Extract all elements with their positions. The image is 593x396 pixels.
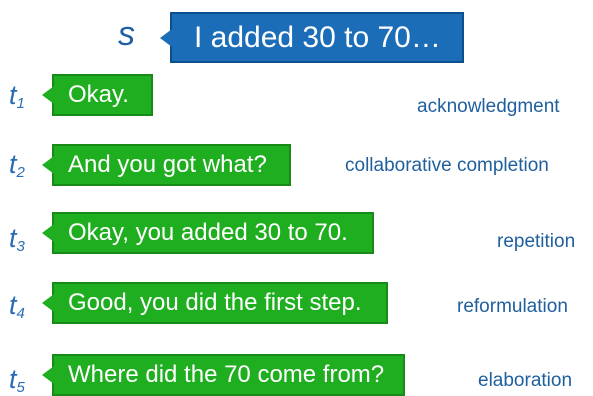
teacher-speaker-label-1: t1 xyxy=(9,80,25,112)
teacher-speaker-label-3: t3 xyxy=(9,223,25,255)
student-speaker-label: s xyxy=(118,15,135,53)
student-utterance-bubble: I added 30 to 70… xyxy=(170,12,464,63)
teacher-utterance-bubble-1: Okay. xyxy=(52,74,153,116)
teacher-utterance-bubble-4: Good, you did the first step. xyxy=(52,282,388,324)
teacher-utterance-text: Okay. xyxy=(68,81,129,108)
move-label-reformulation: reformulation xyxy=(457,296,568,317)
teacher-utterance-text: And you got what? xyxy=(68,151,267,178)
teacher-utterance-text: Where did the 70 come from? xyxy=(68,361,385,388)
teacher-speaker-label-4: t4 xyxy=(9,290,25,322)
teacher-utterance-bubble-2: And you got what? xyxy=(52,144,291,186)
teacher-speaker-label-5: t5 xyxy=(9,364,25,396)
teacher-utterance-bubble-3: Okay, you added 30 to 70. xyxy=(52,212,374,254)
move-label-repetition: repetition xyxy=(497,231,576,252)
student-utterance-text: I added 30 to 70… xyxy=(194,20,441,54)
teacher-speaker-label-2: t2 xyxy=(9,149,25,181)
move-label-acknowledgment: acknowledgment xyxy=(417,96,560,117)
teacher-utterance-text: Good, you did the first step. xyxy=(68,289,362,316)
teacher-utterance-text: Okay, you added 30 to 70. xyxy=(68,219,348,246)
move-label-elaboration: elaboration xyxy=(478,370,573,391)
move-label-collaborative-completion: collaborative completion xyxy=(345,155,549,176)
teacher-utterance-bubble-5: Where did the 70 come from? xyxy=(52,354,405,396)
